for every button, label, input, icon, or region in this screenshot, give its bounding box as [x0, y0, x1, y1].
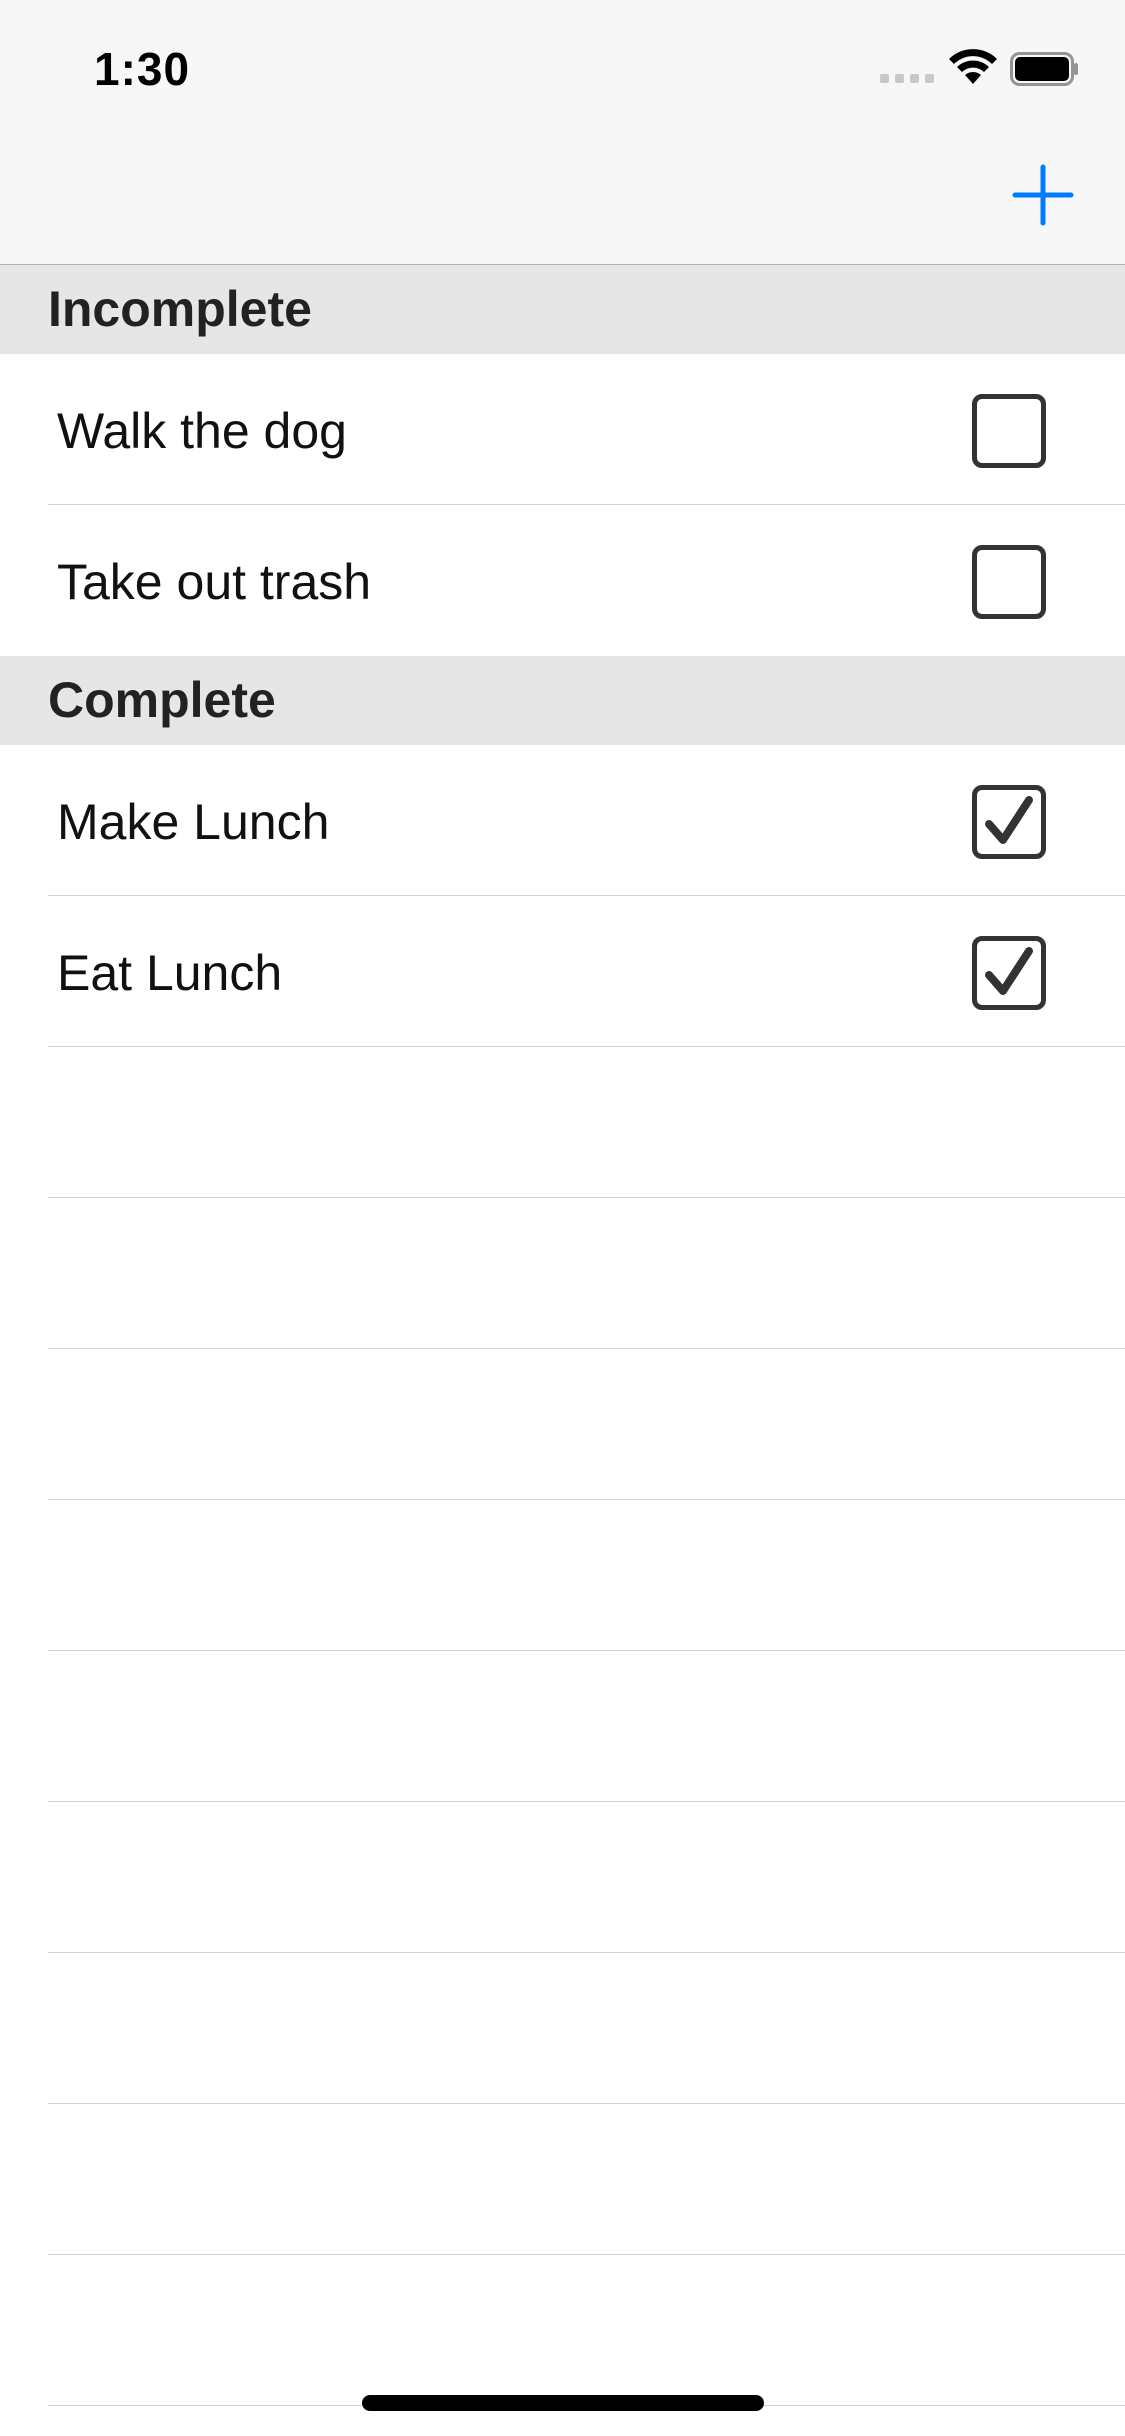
empty-row [0, 1953, 1125, 2104]
home-indicator[interactable] [362, 2395, 764, 2411]
task-label: Take out trash [57, 554, 372, 610]
section-title: Incomplete [48, 281, 312, 337]
list-item[interactable]: Eat Lunch [0, 896, 1125, 1047]
add-button[interactable] [1011, 163, 1075, 227]
battery-icon [1010, 52, 1078, 86]
task-checkbox[interactable] [972, 394, 1046, 468]
list-item[interactable]: Make Lunch [0, 745, 1125, 896]
empty-row [0, 1651, 1125, 1802]
task-checkbox-checked[interactable] [972, 785, 1046, 859]
list-item[interactable]: Take out trash [0, 505, 1125, 656]
status-bar: 1:30 [0, 0, 1125, 132]
status-time: 1:30 [94, 43, 191, 95]
cellular-signal-icon [880, 74, 936, 84]
checkmark-icon [985, 947, 1033, 995]
task-label: Walk the dog [57, 403, 347, 459]
navigation-bar [0, 132, 1125, 265]
checkmark-icon [985, 796, 1033, 844]
plus-icon [1012, 164, 1074, 226]
empty-row [0, 2104, 1125, 2255]
section-header-complete: Complete [0, 656, 1125, 745]
wifi-icon [949, 49, 997, 84]
task-checkbox-checked[interactable] [972, 936, 1046, 1010]
empty-row [0, 1802, 1125, 1953]
section-header-incomplete: Incomplete [0, 265, 1125, 354]
empty-row [0, 2255, 1125, 2406]
section-title: Complete [48, 672, 276, 728]
empty-row [0, 1349, 1125, 1500]
list-item[interactable]: Walk the dog [0, 354, 1125, 505]
empty-row [0, 1500, 1125, 1651]
empty-row [0, 1047, 1125, 1198]
task-checkbox[interactable] [972, 545, 1046, 619]
empty-row [0, 1198, 1125, 1349]
task-label: Make Lunch [57, 794, 330, 850]
task-label: Eat Lunch [57, 945, 283, 1001]
